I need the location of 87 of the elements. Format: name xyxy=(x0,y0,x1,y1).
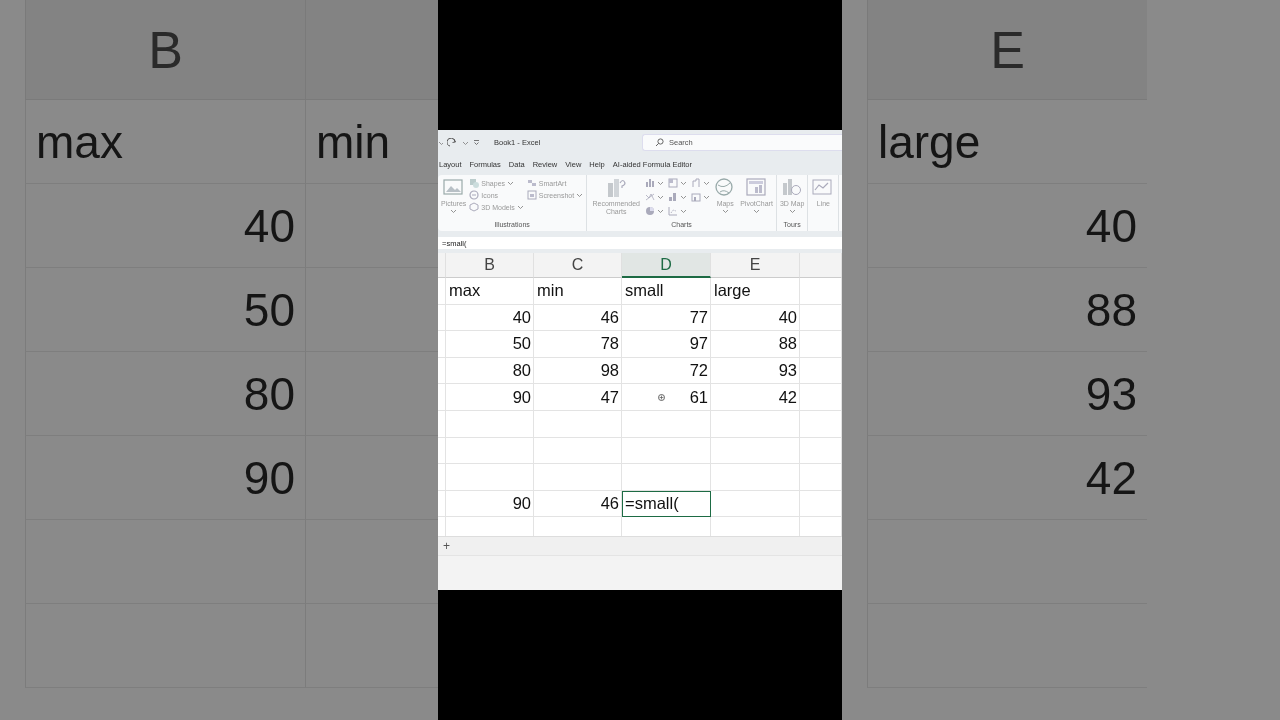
table-cell xyxy=(800,464,842,491)
table-cell: 46 xyxy=(534,490,622,518)
pie-chart-icon xyxy=(645,206,656,216)
chart-type-button[interactable] xyxy=(668,178,688,188)
table-cell: 97 xyxy=(622,331,711,358)
table-cell: 77 xyxy=(622,304,711,332)
table-cell: small xyxy=(622,278,711,305)
table-cell xyxy=(800,357,842,385)
table-cell: min xyxy=(534,278,622,305)
caret-icon xyxy=(703,195,711,199)
table-cell xyxy=(800,384,842,411)
table-cell: max xyxy=(25,100,305,184)
chart-type-button[interactable] xyxy=(645,178,665,188)
table-cell: 88 xyxy=(867,268,1147,352)
caret-icon xyxy=(462,140,469,145)
shapes-icon xyxy=(469,178,480,188)
chart-type-button[interactable] xyxy=(691,192,711,202)
table-cell xyxy=(800,278,842,305)
screenshot-icon xyxy=(526,190,537,200)
scatter-chart-icon xyxy=(668,206,679,216)
cube-icon xyxy=(469,202,480,212)
smiley-icon xyxy=(469,190,480,200)
table-cell xyxy=(800,437,842,465)
chart-type-button[interactable] xyxy=(645,206,665,216)
table-cell xyxy=(800,410,842,438)
table-cell: 40 xyxy=(711,304,800,332)
customize-icon xyxy=(473,139,480,146)
table-cell: 61 xyxy=(622,384,711,411)
table-cell: max xyxy=(446,278,534,305)
table-cell: 72 xyxy=(622,357,711,385)
table-cell: 90 xyxy=(25,436,305,520)
caret-icon xyxy=(680,195,688,199)
table-cell: 93 xyxy=(867,352,1147,436)
table-cell: 50 xyxy=(446,331,534,358)
table-cell: large xyxy=(711,278,800,305)
table-cell: 78 xyxy=(534,331,622,358)
chart-type-button[interactable] xyxy=(668,206,688,216)
table-cell: 90 xyxy=(446,490,534,518)
column-header[interactable]: B xyxy=(446,253,534,278)
column-header[interactable]: E xyxy=(711,253,800,278)
caret-icon xyxy=(680,181,688,185)
table-cell: 93 xyxy=(711,357,800,385)
table-cell: 40 xyxy=(446,304,534,332)
table-cell: min xyxy=(305,100,438,184)
table-cell: 80 xyxy=(446,357,534,385)
table-cell: 42 xyxy=(711,384,800,411)
table-chart-icon xyxy=(744,177,769,199)
line-chart-icon xyxy=(645,192,656,202)
column-header[interactable]: D xyxy=(622,253,711,278)
caret-icon xyxy=(657,195,665,199)
column-header[interactable] xyxy=(800,253,842,278)
search-icon xyxy=(655,138,664,147)
table-cell: 98 xyxy=(534,357,622,385)
table-cell xyxy=(800,304,842,332)
table-cell: 40 xyxy=(867,184,1147,268)
table-cell: 50 xyxy=(25,268,305,352)
bar-chart-icon xyxy=(668,192,679,202)
add-sheet-button[interactable]: + xyxy=(440,539,453,553)
table-cell: 42 xyxy=(867,436,1147,520)
table-cell: 47 xyxy=(534,384,622,411)
waterfall-chart-icon xyxy=(691,178,702,188)
table-cell: 40 xyxy=(25,184,305,268)
treemap-icon xyxy=(668,178,679,188)
table-cell: 90 xyxy=(446,384,534,411)
combo-chart-icon xyxy=(691,192,702,202)
table-cell: large xyxy=(867,100,1147,184)
caret-icon xyxy=(438,140,443,145)
diagram-icon xyxy=(526,178,537,188)
chart-type-button[interactable] xyxy=(691,178,711,188)
bar-chart-icon xyxy=(645,178,656,188)
chart-type-button[interactable] xyxy=(668,192,688,202)
table-cell xyxy=(800,331,842,358)
chart-type-button[interactable] xyxy=(645,192,665,202)
column-header: E xyxy=(867,0,1147,100)
table-cell: 46 xyxy=(534,304,622,332)
redo-icon xyxy=(447,137,458,148)
caret-icon xyxy=(657,209,665,213)
caret-icon xyxy=(703,181,711,185)
column-header: B xyxy=(25,0,305,100)
column-header[interactable]: C xyxy=(534,253,622,278)
caret-icon xyxy=(680,209,688,213)
table-cell: 80 xyxy=(25,352,305,436)
table-cell xyxy=(800,490,842,518)
table-cell: 88 xyxy=(711,331,800,358)
cursor-icon xyxy=(657,393,666,403)
caret-icon xyxy=(657,181,665,185)
cell-editor[interactable]: =small( xyxy=(622,490,711,518)
